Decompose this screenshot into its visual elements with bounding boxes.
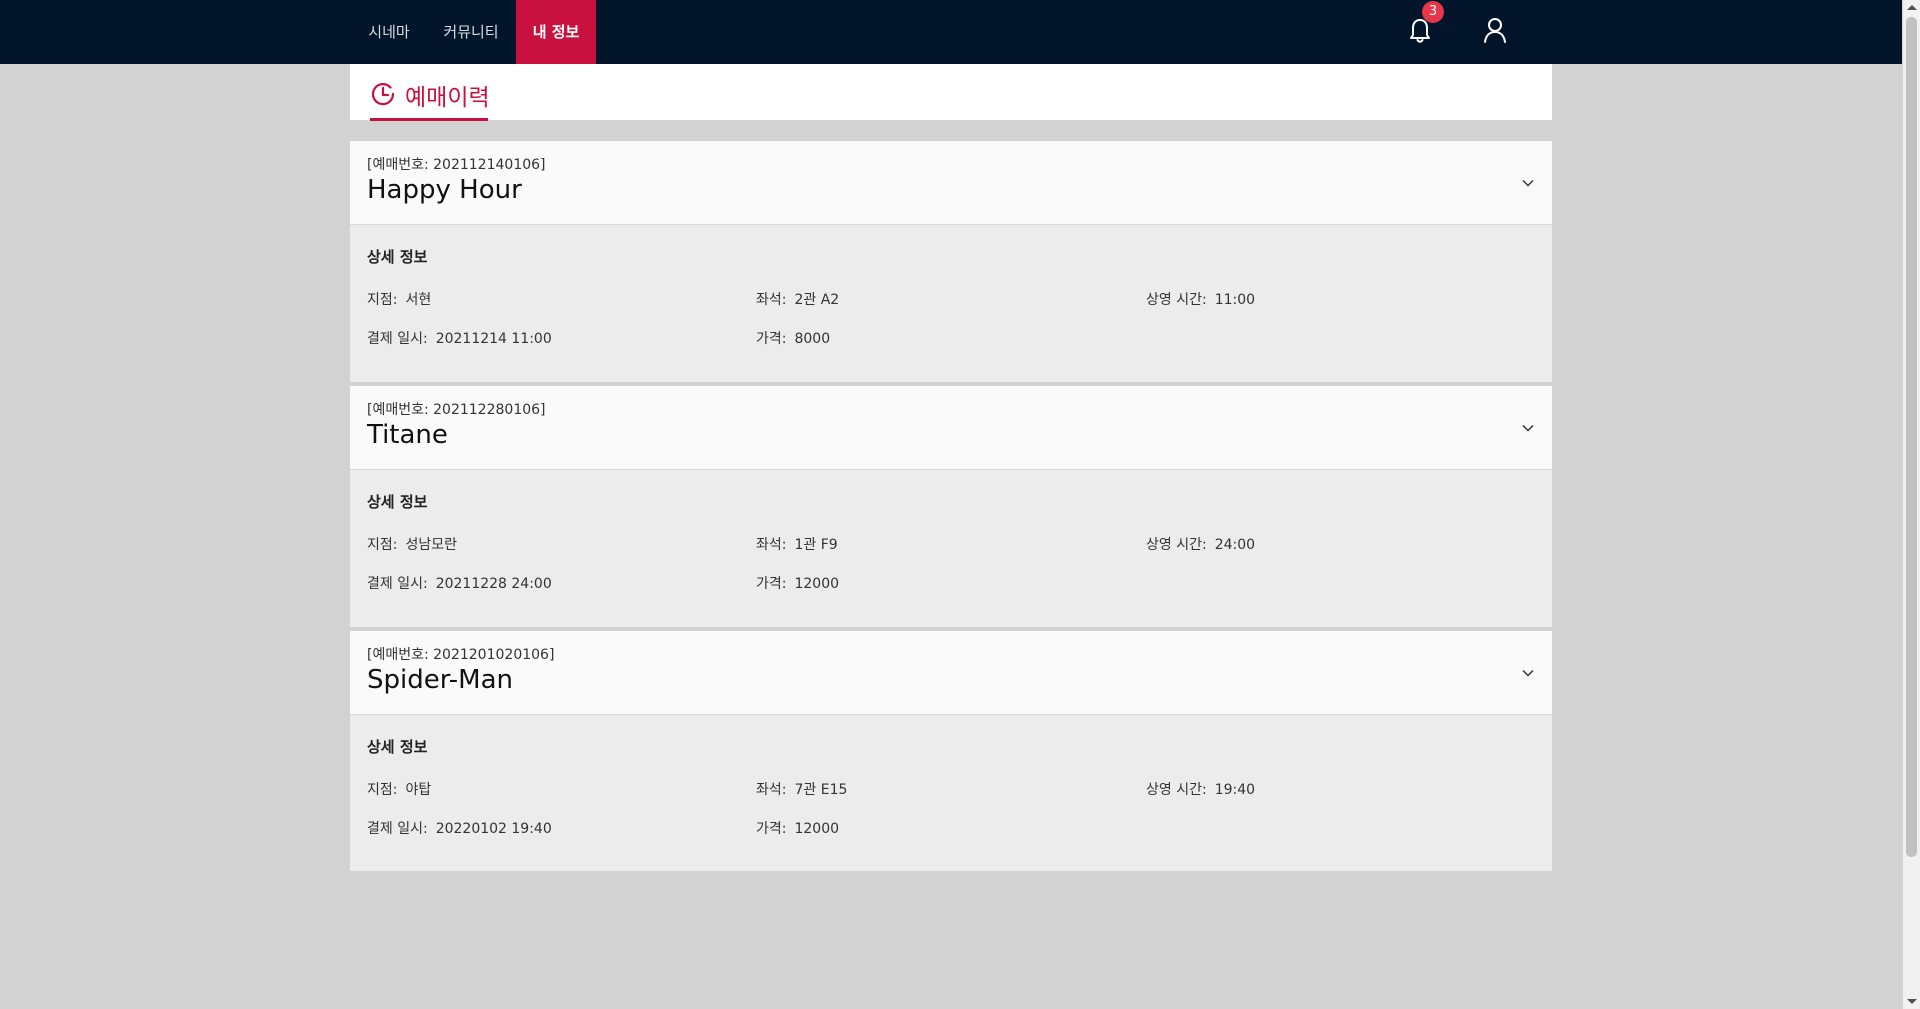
booking-card-header[interactable]: [예매번호: 202112140106] Happy Hour: [350, 141, 1552, 225]
booking-number: [예매번호: 202112280106]: [367, 402, 546, 418]
showtime-field: 상영 시간: 24:00: [1146, 537, 1256, 553]
booking-card: [예매번호: 202112140106] Happy Hour 상세 정보 지점…: [350, 141, 1552, 382]
nav-item-community[interactable]: 커뮤니티: [430, 0, 512, 64]
detail-info-heading: 상세 정보: [367, 493, 428, 511]
detail-info-heading: 상세 정보: [367, 248, 428, 266]
booking-card-header[interactable]: [예매번호: 202112280106] Titane: [350, 386, 1552, 470]
seat-field: 좌석: 7관 E15: [756, 782, 848, 798]
seat-field: 좌석: 2관 A2: [756, 292, 840, 308]
price-field: 가격: 12000: [756, 576, 840, 592]
movie-title: Titane: [367, 420, 448, 450]
tab-booking-history[interactable]: 예매이력: [370, 64, 490, 121]
payment-date-field: 결제 일시: 20211228 24:00: [367, 576, 552, 592]
showtime-field: 상영 시간: 19:40: [1146, 782, 1256, 798]
booking-number: [예매번호: 2021201020106]: [367, 647, 555, 663]
payment-date-field: 결제 일시: 20211214 11:00: [367, 331, 552, 347]
movie-title: Spider-Man: [367, 665, 513, 695]
booking-card: [예매번호: 2021201020106] Spider-Man 상세 정보 지…: [350, 631, 1552, 871]
nav-item-cinema[interactable]: 시네마: [355, 0, 423, 64]
movie-title: Happy Hour: [367, 175, 522, 205]
chevron-down-icon[interactable]: [1521, 666, 1535, 680]
user-icon[interactable]: [1480, 14, 1510, 48]
scrollbar-thumb[interactable]: [1906, 17, 1917, 857]
booking-card: [예매번호: 202112280106] Titane 상세 정보 지점: 성남모…: [350, 386, 1552, 627]
detail-info-heading: 상세 정보: [367, 738, 428, 756]
seat-field: 좌석: 1관 F9: [756, 537, 838, 553]
history-clock-icon: [371, 83, 395, 106]
vertical-scrollbar[interactable]: [1903, 0, 1920, 1009]
nav-item-my-info[interactable]: 내 정보: [516, 0, 596, 64]
booking-number: [예매번호: 202112140106]: [367, 157, 546, 173]
notification-badge: 3: [1422, 1, 1444, 23]
branch-field: 지점: 서현: [367, 292, 432, 308]
top-navigation-bar: 시네마 커뮤니티 내 정보 3: [0, 0, 1902, 64]
page-title: 예매이력: [405, 85, 490, 111]
price-field: 가격: 8000: [756, 331, 831, 347]
booking-card-header[interactable]: [예매번호: 2021201020106] Spider-Man: [350, 631, 1552, 715]
branch-field: 지점: 성남모란: [367, 537, 458, 553]
scroll-up-arrow-icon[interactable]: [1907, 5, 1917, 10]
chevron-down-icon[interactable]: [1521, 176, 1535, 190]
payment-date-field: 결제 일시: 20220102 19:40: [367, 821, 552, 837]
branch-field: 지점: 야탑: [367, 782, 432, 798]
chevron-down-icon[interactable]: [1521, 421, 1535, 435]
showtime-field: 상영 시간: 11:00: [1146, 292, 1256, 308]
scroll-down-arrow-icon[interactable]: [1907, 999, 1917, 1004]
price-field: 가격: 12000: [756, 821, 840, 837]
page-title-bar: 예매이력: [350, 64, 1552, 121]
